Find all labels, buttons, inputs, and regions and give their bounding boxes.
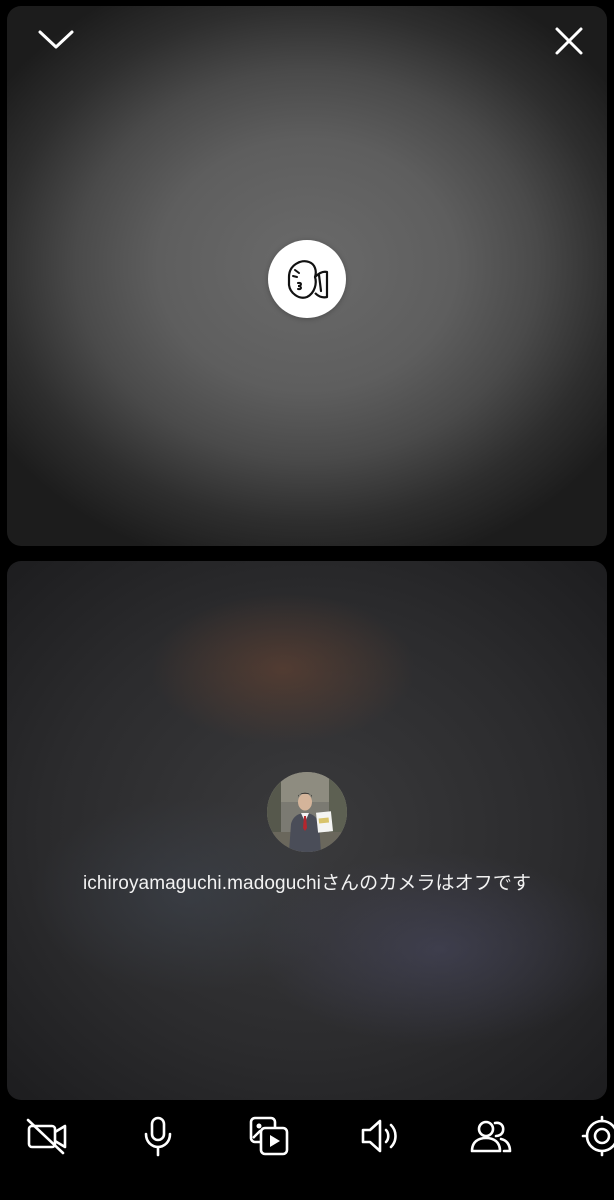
minimize-button[interactable] [34,22,78,58]
chevron-down-icon [38,30,74,49]
people-icon [470,1120,512,1153]
share-media-button[interactable] [245,1112,293,1160]
close-icon [555,27,583,55]
self-avatar [268,240,346,318]
speaker-icon [361,1119,397,1153]
video-off-icon [26,1118,67,1155]
effects-icon [581,1115,614,1157]
call-toolbar [0,1100,614,1200]
participant-photo [267,772,347,852]
microphone-button[interactable] [134,1112,182,1160]
participant-avatar [267,772,347,852]
participants-button[interactable] [467,1112,515,1160]
camera-off-message: ichiroyamaguchi.madoguchiさんのカメラはオフです [82,873,532,894]
media-share-icon [249,1116,289,1156]
camera-toggle-button[interactable] [23,1112,71,1160]
end-call-button[interactable] [548,20,590,62]
speaker-button[interactable] [356,1112,404,1160]
effects-button[interactable] [578,1112,614,1160]
microphone-icon [144,1116,172,1157]
video-call-screen: ichiroyamaguchi.madoguchiさんのカメラはオフです [0,0,614,1200]
doodle-face-avatar-icon [287,260,329,299]
